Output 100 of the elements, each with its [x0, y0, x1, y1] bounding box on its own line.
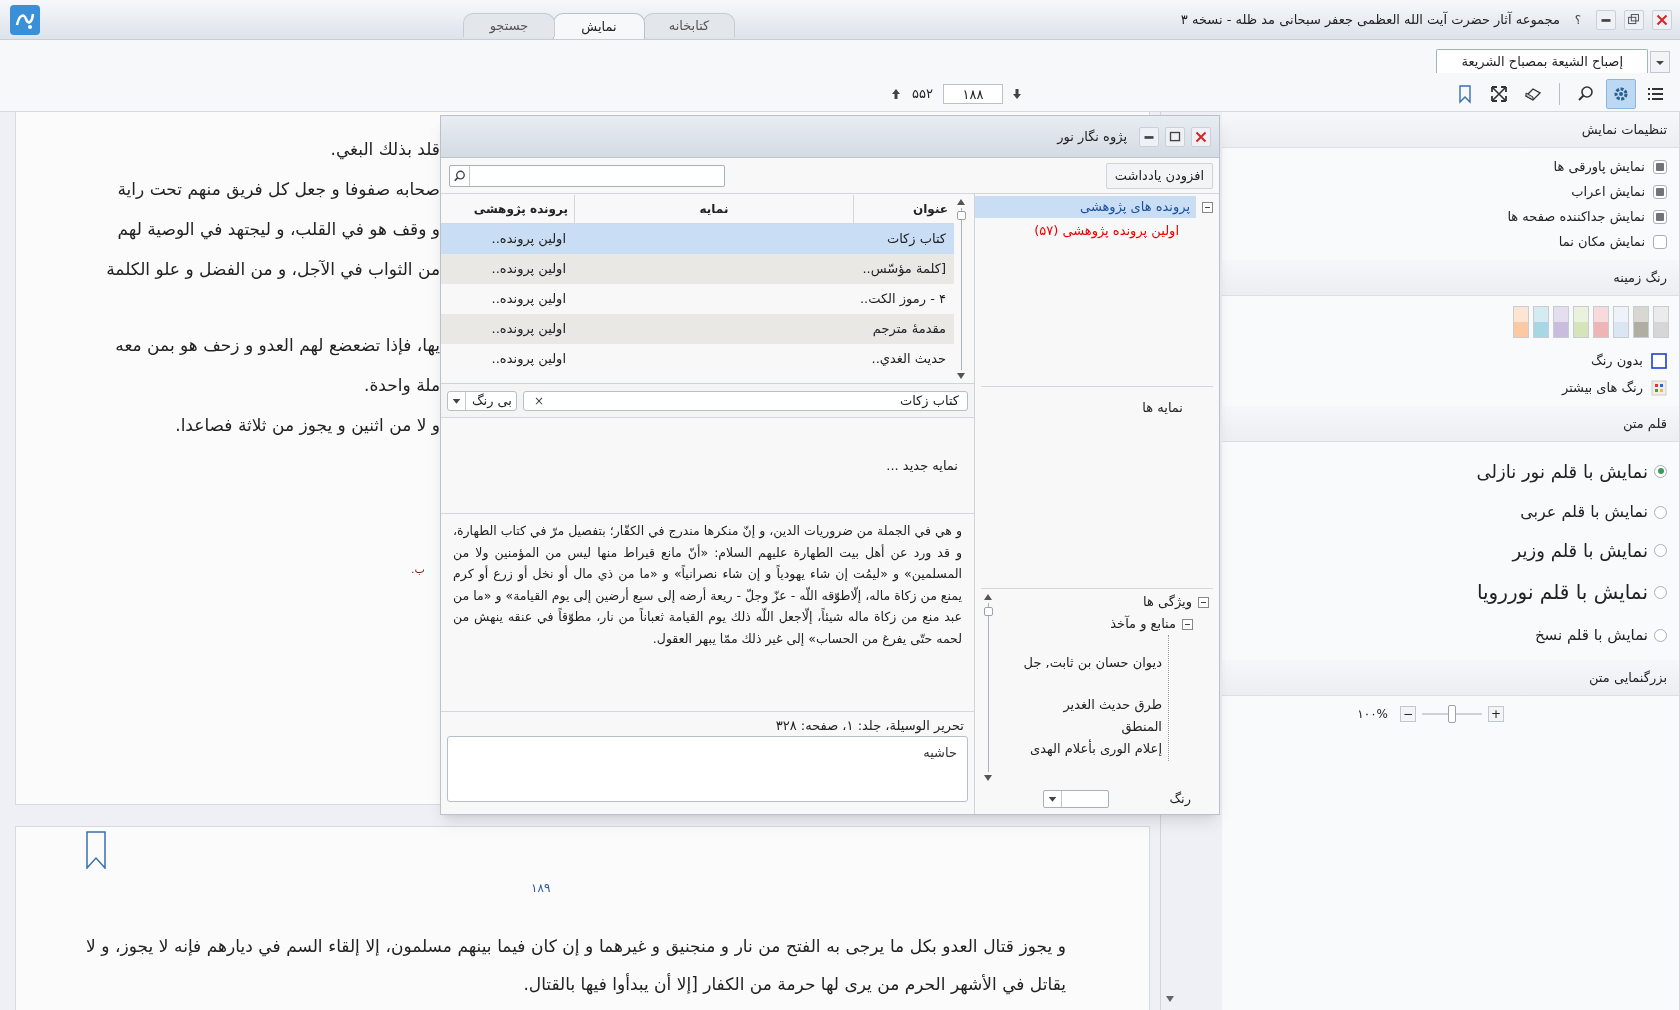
arrow-up-icon[interactable] — [890, 87, 902, 101]
main-tab[interactable]: جستجو — [463, 13, 555, 37]
table-cell-text: اولین پرونده.. — [490, 260, 567, 279]
scroll-down-icon[interactable] — [1163, 994, 1176, 1004]
radio-button[interactable] — [1654, 505, 1667, 519]
tree-item[interactable]: پرونده های پژوهشی — [975, 196, 1196, 218]
color-swatch[interactable] — [1513, 306, 1529, 338]
arrow-down-icon[interactable] — [1010, 87, 1023, 101]
scroll-up-icon[interactable] — [983, 593, 993, 601]
remove-tag-button[interactable]: × — [532, 391, 546, 410]
checkbox[interactable] — [1653, 159, 1667, 174]
table-cell-text: اولین پرونده.. — [490, 320, 567, 339]
search-field[interactable] — [449, 164, 725, 187]
zoom-reading: ۱۰۰% — [1357, 706, 1388, 723]
radio-label: نمایش با قلم وزیر — [1512, 538, 1648, 564]
footnote-mark: ب. — [411, 562, 425, 578]
tree-item[interactable]: طرق حديث الغدير — [995, 695, 1168, 717]
tree-item[interactable]: ديوان حسان بن ثابت, جل — [995, 653, 1168, 675]
column-header[interactable]: پرونده پژوهشی — [441, 195, 574, 223]
checkbox-label: نمایش جداکننده صفحه ها — [1507, 207, 1645, 227]
radio-button[interactable] — [1654, 543, 1667, 557]
text-line: يها، فإذا تضعضع لهم العدو و زحف هو بمن معه — [115, 334, 440, 358]
scroll-down-icon[interactable] — [956, 372, 966, 380]
table-row[interactable]: کتاب زکات اولین پرونده.. — [441, 224, 954, 254]
minimize-icon[interactable] — [1596, 9, 1616, 30]
book-tab[interactable]: إصباح الشيعة بمصباح الشريعة — [1436, 49, 1648, 73]
close-icon[interactable] — [1191, 126, 1211, 147]
checkbox[interactable] — [1653, 209, 1667, 224]
option-label: رنگ های بیشتر — [1561, 379, 1643, 398]
dialog-title: پژوه نگار نور — [1057, 127, 1127, 147]
scroll-thumb[interactable] — [983, 607, 993, 616]
scroll-down-icon[interactable] — [983, 774, 993, 782]
zoom-in-button[interactable]: + — [1488, 706, 1504, 722]
main-tab[interactable]: کتابخانه — [643, 13, 735, 37]
section-header: رنگ زمینه — [1613, 268, 1667, 288]
section-header: بزرگنمایی متن — [1588, 668, 1667, 688]
color-dropdown[interactable] — [1043, 790, 1110, 808]
bookmark-icon[interactable] — [86, 831, 106, 869]
table-cell-text: حديث الغدي.. — [870, 350, 947, 369]
app-logo-icon[interactable] — [10, 4, 40, 35]
text-line: و وقف هو في القلب، و ليجتهد في الوصية لهم — [117, 218, 440, 242]
tree-item[interactable]: المنطق — [995, 717, 1168, 739]
collapse-icon[interactable] — [1198, 596, 1209, 608]
tree-item[interactable]: منابع و مآخذ — [1110, 614, 1176, 634]
main-tab[interactable]: نمایش — [553, 13, 645, 39]
empty-square-icon[interactable] — [1651, 353, 1667, 369]
radio-label: نمایش با قلم نوررویا — [1476, 579, 1648, 606]
color-swatch[interactable] — [1653, 306, 1669, 338]
table-cell-text: ۴ - رموز الكت.. — [858, 290, 947, 309]
collapse-icon[interactable] — [1182, 618, 1193, 630]
option-label: بدون رنگ — [1591, 352, 1643, 371]
column-header[interactable]: نمایه — [574, 195, 854, 223]
radio-button[interactable] — [1654, 628, 1667, 642]
color-swatch[interactable] — [1553, 306, 1569, 338]
scroll-up-icon[interactable] — [956, 198, 966, 206]
note-field[interactable]: حاشیه — [447, 736, 968, 802]
page-number-field[interactable]: ۱۸۸ — [942, 84, 1003, 104]
text-line: صحابه صفوفا و جعل كل فريق منهم تحت راية — [117, 178, 440, 202]
restore-icon[interactable] — [1624, 9, 1644, 30]
table-row[interactable]: مقدمۀ مترجم اولین پرونده.. — [441, 314, 954, 344]
tree-item[interactable]: إعلام الورى بأعلام الهدى — [995, 739, 1168, 761]
checkbox[interactable] — [1653, 234, 1667, 249]
minimize-icon[interactable] — [1139, 126, 1159, 147]
table-cell-text: اولین پرونده.. — [490, 290, 567, 309]
paragraph: و يجوز قتال العدو بكل ما يرجى به الفتح من نار و منجنيق و غيرهما و إن كان فيما بينهم مسلمون، إلا إلقاء السم في ديارهم فإنه لا يجوز، و لا يقاتل في الأشهر الحرم من يرى لها حرمة من الكفار [إلا أن يبدأوا فيها بالقتال. — [86, 935, 1066, 997]
slider-thumb[interactable] — [1448, 705, 1456, 723]
tag-field[interactable]: کتاب زکات × — [523, 390, 968, 411]
radio-label: نمایش با قلم عربی — [1520, 501, 1648, 524]
radio-button[interactable] — [1654, 585, 1667, 599]
checkbox[interactable] — [1653, 184, 1667, 199]
zoom-out-button[interactable]: − — [1400, 706, 1416, 722]
tree-item[interactable]: اولین پرونده پژوهشی (۵۷) — [1032, 221, 1181, 241]
maximize-icon[interactable] — [1165, 126, 1185, 147]
palette-icon[interactable] — [1651, 380, 1667, 396]
text-line: ملة واحدة. — [364, 374, 440, 398]
close-icon[interactable] — [1652, 9, 1672, 30]
color-dropdown[interactable]: بی رنگ — [447, 390, 517, 411]
color-swatch[interactable] — [1613, 306, 1629, 338]
table-row[interactable]: [كلمة مؤسّس.. اولین پرونده.. — [441, 254, 954, 284]
source-reference: تحریر الوسیلة، جلد: ۱، صفحه: ۳۲۸ — [774, 717, 965, 736]
color-swatch[interactable] — [1533, 306, 1549, 338]
collapse-icon[interactable] — [1202, 201, 1213, 213]
color-swatch[interactable] — [1633, 306, 1649, 338]
window-title: مجموعه آثار حضرت آیت الله العظمی جعفر سبحانی مد ظله - نسخه ۳ — [1180, 11, 1560, 27]
new-index-link[interactable]: نمایه جدید ... — [886, 455, 958, 476]
table-cell-text: اولین پرونده.. — [490, 230, 567, 249]
section-header: تنظیمات نمایش — [1581, 120, 1667, 140]
text-line: من الثواب في الآجل، و من الفضل و علو الكلمة — [106, 258, 440, 282]
settings-icon[interactable] — [1606, 79, 1636, 109]
add-note-button[interactable]: افزودن یادداشت — [1105, 162, 1213, 189]
excerpt-text: و هي في الجملة من ضروريات الدين، و إنّ منكرها مندرج في الكفّار؛ بتفصيل مرّ في كتاب الطهارة، و قد ورد عن أهل بيت الطهارة عليهم السلام: «أنّ مانع قيراط منها ليس من المؤمنين ولا من المسلمين» و «ليمُت إن شاء يهودياً و إن شاء نصرانياً» و «ما من ذي مال أو نخل أو زرع أو كرم يمنع من زكاة ماله، إلّاطوّقه اللّه - عزّ وجلّ - ريعة أرضه إلى سبع أرضين إلى يوم القيامة» و «ما من عبد منع من زكاة ماله شيئاً، إلّاجعل اللّه ذلك يوم القيامة ثعباناً من نار، مطوّقاً في عنقه ينهش من لحمه حتّى يفرغ من الحساب» إلى غير ذلك ممّا يبهر العقول. — [453, 522, 962, 649]
tree-item[interactable]: ویژگی ها — [1142, 592, 1192, 612]
color-swatch[interactable] — [1573, 306, 1589, 338]
color-swatch[interactable] — [1593, 306, 1609, 338]
scroll-thumb[interactable] — [956, 211, 966, 220]
column-header[interactable]: عنوان — [854, 195, 954, 223]
help-button[interactable]: ؟ — [1568, 9, 1588, 30]
section-header: قلم متن — [1622, 414, 1667, 434]
radio-button[interactable] — [1654, 464, 1667, 478]
table-cell-text: اولین پرونده.. — [490, 350, 567, 369]
